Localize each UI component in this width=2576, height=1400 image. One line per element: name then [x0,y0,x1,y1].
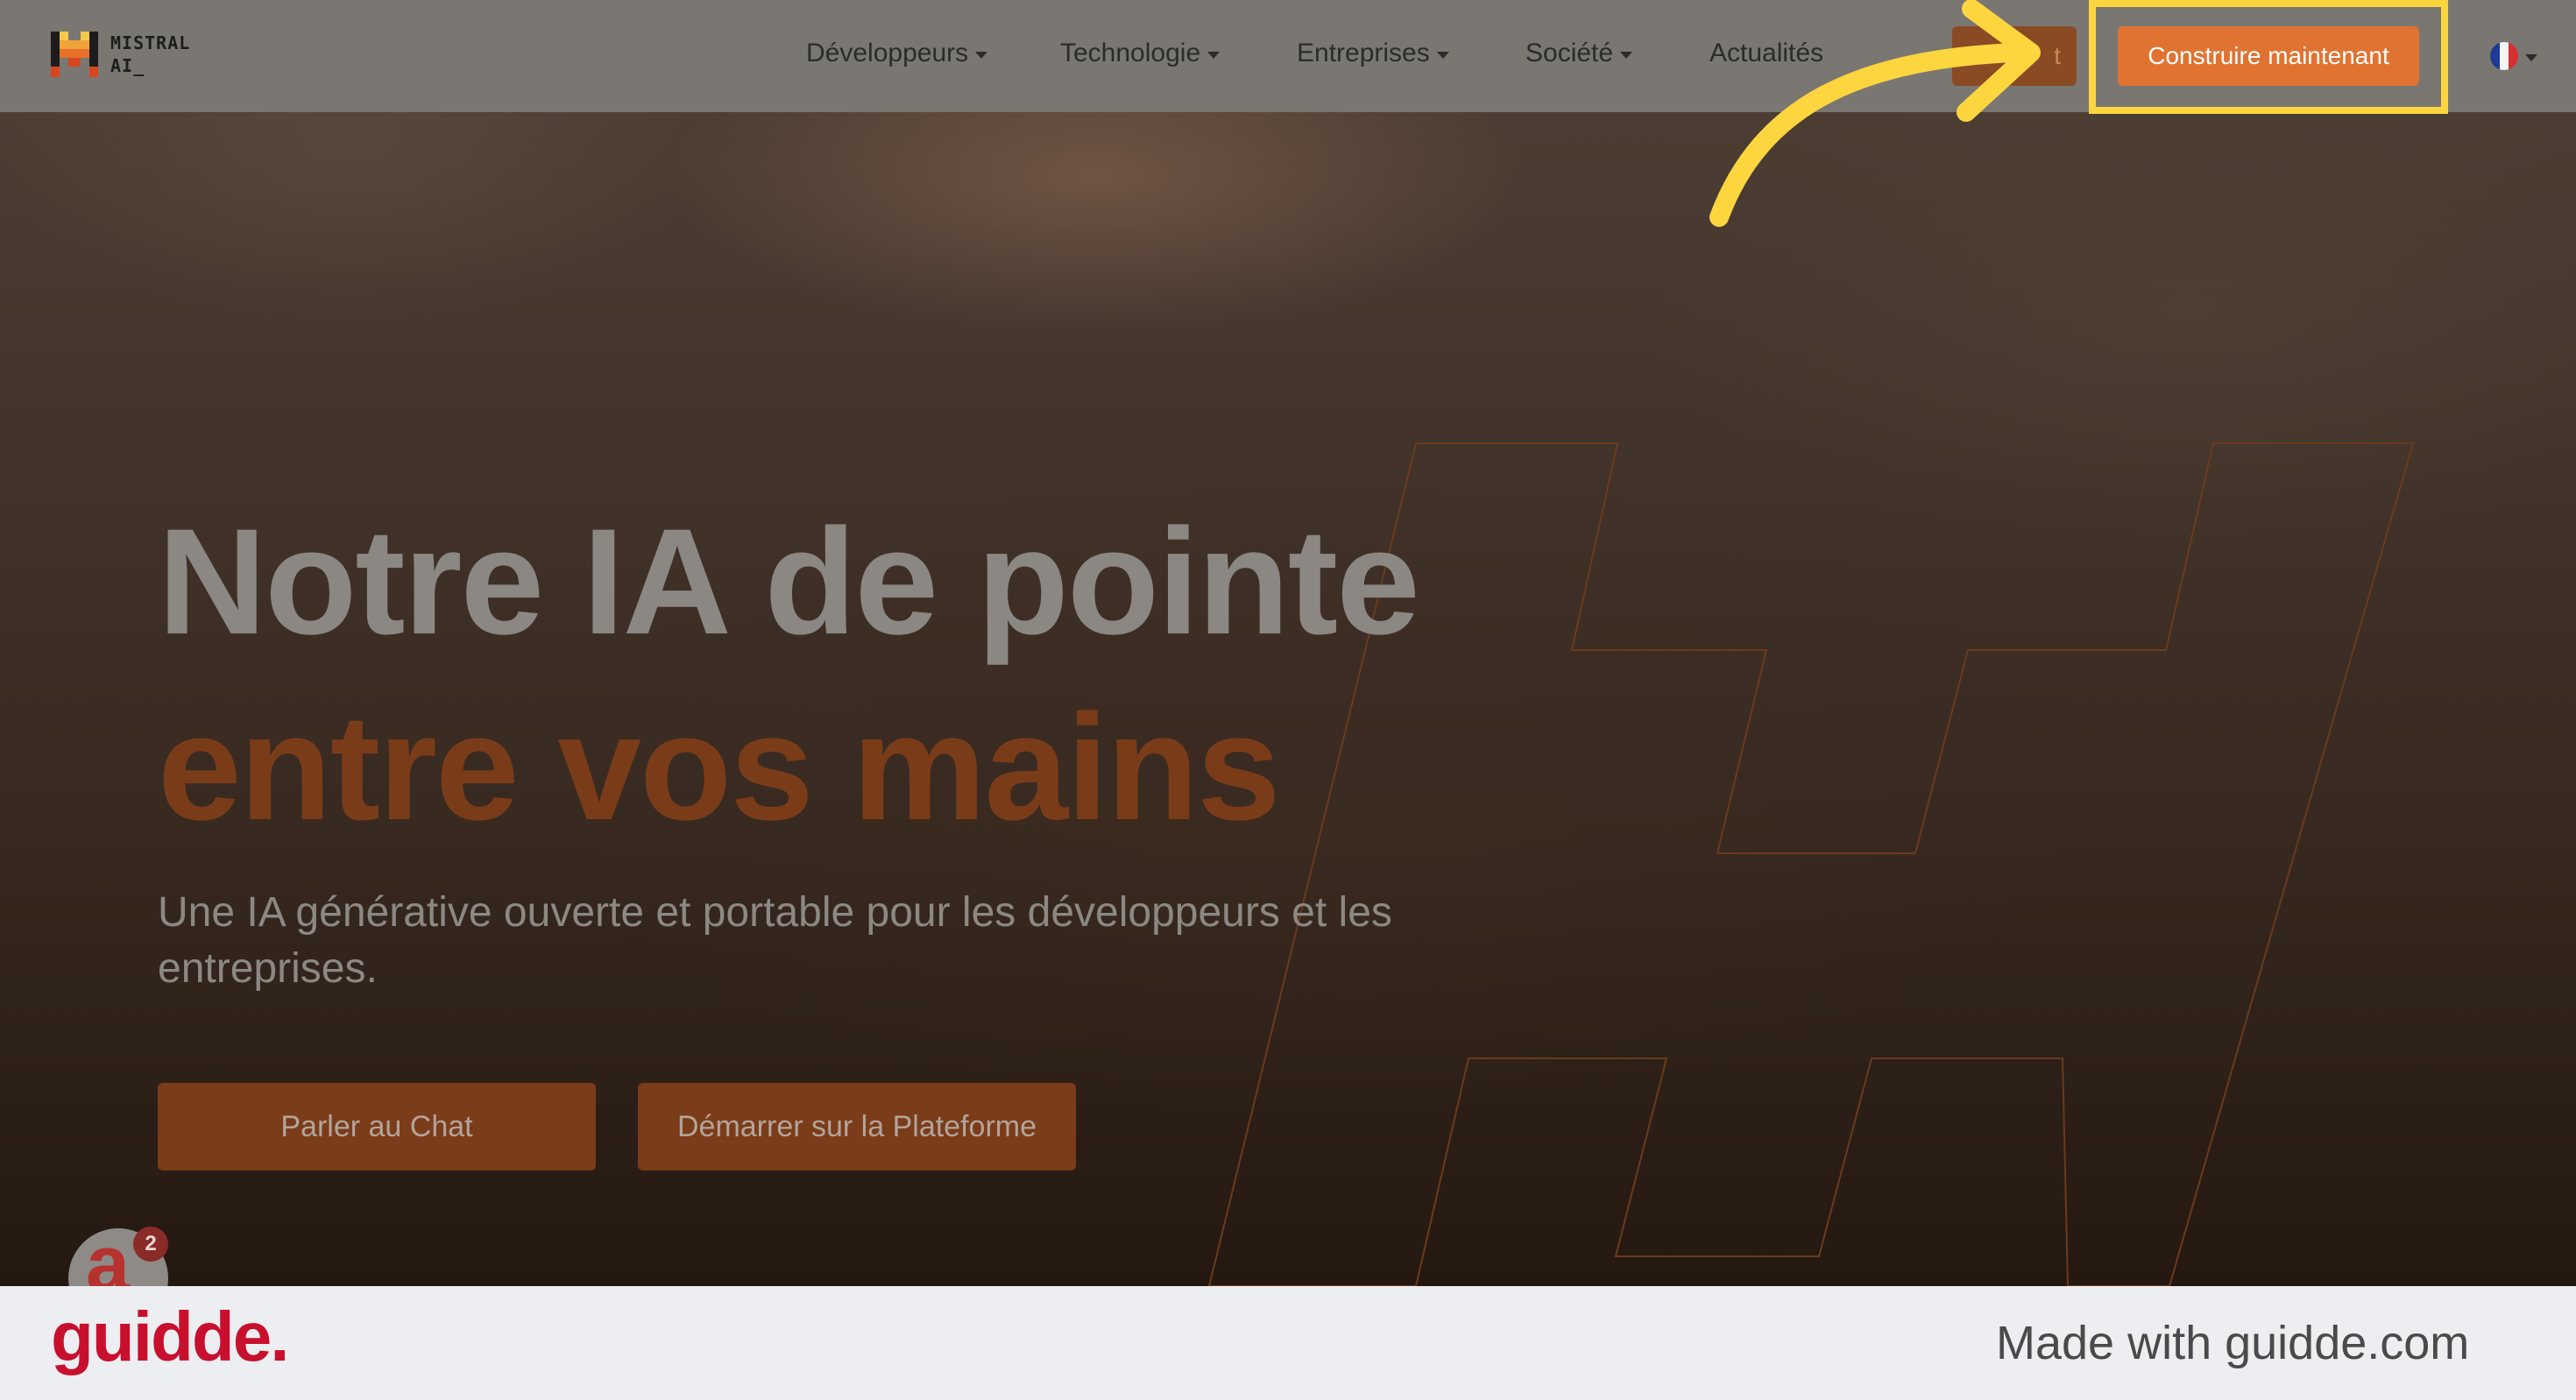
demarrer-plateforme-button[interactable]: Démarrer sur la Plateforme [638,1083,1076,1170]
hero-title-line2: entre vos mains [158,683,1281,852]
hero-subtitle: Une IA générative ouverte et portable po… [158,889,1392,992]
demarrer-plateforme-label: Démarrer sur la Plateforme [676,1109,1037,1143]
hero-title-line1: Notre IA de pointe [158,498,1420,666]
notification-badge: 2 [133,1227,168,1262]
chat-widget-letter: a [86,1228,131,1286]
annotation-arrow-icon [1709,0,2041,227]
parler-au-chat-button[interactable]: Parler au Chat [158,1083,596,1170]
made-with-text: Made with guidde.com [1996,1317,2470,1369]
guidde-logo: guidde. [51,1297,289,1375]
parler-au-chat-label: Parler au Chat [280,1109,473,1143]
